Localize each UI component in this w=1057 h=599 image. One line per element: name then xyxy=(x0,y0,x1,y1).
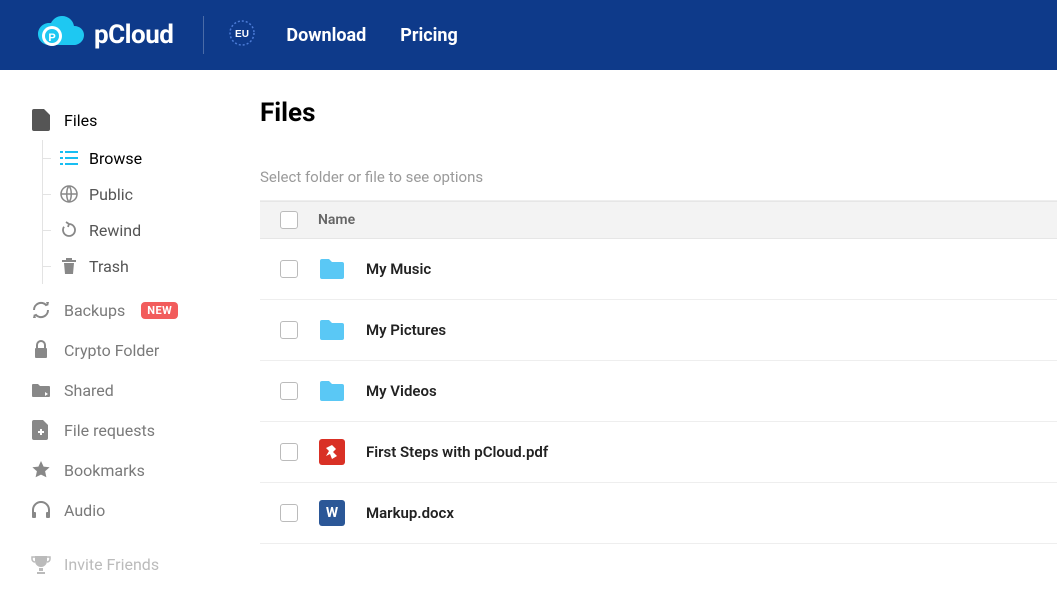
files-subtree: Browse Public Rewind Trash xyxy=(42,140,250,284)
refresh-icon xyxy=(30,299,52,321)
sidebar-item-label: Files xyxy=(64,111,97,130)
sidebar-item-label: Public xyxy=(89,185,133,204)
page-title: Files xyxy=(260,98,1057,128)
sidebar-item-shared[interactable]: Shared xyxy=(30,370,250,410)
file-row[interactable]: My Music xyxy=(260,239,1057,300)
sidebar-item-label: Browse xyxy=(89,149,142,168)
sidebar-item-label: Invite Friends xyxy=(64,555,159,574)
logo[interactable]: P pCloud xyxy=(34,14,173,56)
top-header: P pCloud EU Download Pricing xyxy=(0,0,1057,70)
sidebar-item-label: Shared xyxy=(64,381,114,400)
row-checkbox[interactable] xyxy=(280,443,298,461)
globe-icon xyxy=(59,184,79,204)
sidebar-item-crypto[interactable]: Crypto Folder xyxy=(30,330,250,370)
file-list: My Music My Pictures My Videos First Steps … xyxy=(260,239,1057,544)
file-name: Markup.docx xyxy=(366,504,454,522)
column-header-name: Name xyxy=(318,212,355,228)
sidebar-item-label: Trash xyxy=(89,257,129,276)
sidebar: Files Browse Public Rewind xyxy=(0,70,250,599)
row-checkbox[interactable] xyxy=(280,504,298,522)
sidebar-item-trash[interactable]: Trash xyxy=(43,248,250,284)
row-checkbox[interactable] xyxy=(280,260,298,278)
word-icon: W xyxy=(318,499,346,527)
file-row[interactable]: My Videos xyxy=(260,361,1057,422)
folder-icon xyxy=(318,377,346,405)
sidebar-item-label: Rewind xyxy=(89,221,141,240)
pcloud-cloud-icon: P xyxy=(34,14,88,56)
svg-text:EU: EU xyxy=(235,29,249,40)
eu-badge-icon: EU xyxy=(228,19,256,51)
brand-text: pCloud xyxy=(94,20,173,50)
sidebar-item-label: Backups xyxy=(64,301,125,320)
headphones-icon xyxy=(30,499,52,521)
file-row[interactable]: W Markup.docx xyxy=(260,483,1057,544)
sidebar-item-backups[interactable]: Backups NEW xyxy=(30,290,250,330)
sidebar-item-public[interactable]: Public xyxy=(43,176,250,212)
rewind-icon xyxy=(59,220,79,240)
file-name: First Steps with pCloud.pdf xyxy=(366,443,548,461)
sidebar-item-files[interactable]: Files xyxy=(30,100,250,140)
star-icon xyxy=(30,459,52,481)
file-name: My Music xyxy=(366,260,431,278)
row-checkbox[interactable] xyxy=(280,382,298,400)
list-icon xyxy=(59,148,79,168)
file-icon xyxy=(30,109,52,131)
sidebar-item-label: Audio xyxy=(64,501,105,520)
pdf-icon xyxy=(318,438,346,466)
main-content: Files Select folder or file to see optio… xyxy=(250,70,1057,599)
new-badge: NEW xyxy=(141,302,178,319)
file-plus-icon xyxy=(30,419,52,441)
folder-icon xyxy=(318,316,346,344)
sidebar-item-browse[interactable]: Browse xyxy=(43,140,250,176)
folder-icon xyxy=(318,255,346,283)
sidebar-item-bookmarks[interactable]: Bookmarks xyxy=(30,450,250,490)
file-name: My Pictures xyxy=(366,321,446,339)
header-divider xyxy=(203,16,204,54)
lock-icon xyxy=(30,339,52,361)
table-header: Name xyxy=(260,201,1057,239)
file-name: My Videos xyxy=(366,382,437,400)
sidebar-item-file-requests[interactable]: File requests xyxy=(30,410,250,450)
sidebar-item-audio[interactable]: Audio xyxy=(30,490,250,530)
sidebar-item-invite[interactable]: Invite Friends xyxy=(30,544,250,584)
header-nav: Download Pricing xyxy=(286,25,457,46)
nav-pricing[interactable]: Pricing xyxy=(400,25,457,46)
sidebar-item-label: Crypto Folder xyxy=(64,341,159,360)
sidebar-item-rewind[interactable]: Rewind xyxy=(43,212,250,248)
sidebar-item-label: Bookmarks xyxy=(64,461,145,480)
nav-download[interactable]: Download xyxy=(286,25,366,46)
trash-icon xyxy=(59,256,79,276)
row-checkbox[interactable] xyxy=(280,321,298,339)
trophy-icon xyxy=(30,553,52,575)
selection-hint: Select folder or file to see options xyxy=(260,154,1057,201)
select-all-checkbox[interactable] xyxy=(280,211,298,229)
file-row[interactable]: My Pictures xyxy=(260,300,1057,361)
sidebar-item-label: File requests xyxy=(64,421,155,440)
file-row[interactable]: First Steps with pCloud.pdf xyxy=(260,422,1057,483)
svg-text:P: P xyxy=(48,32,55,44)
shared-folder-icon xyxy=(30,379,52,401)
